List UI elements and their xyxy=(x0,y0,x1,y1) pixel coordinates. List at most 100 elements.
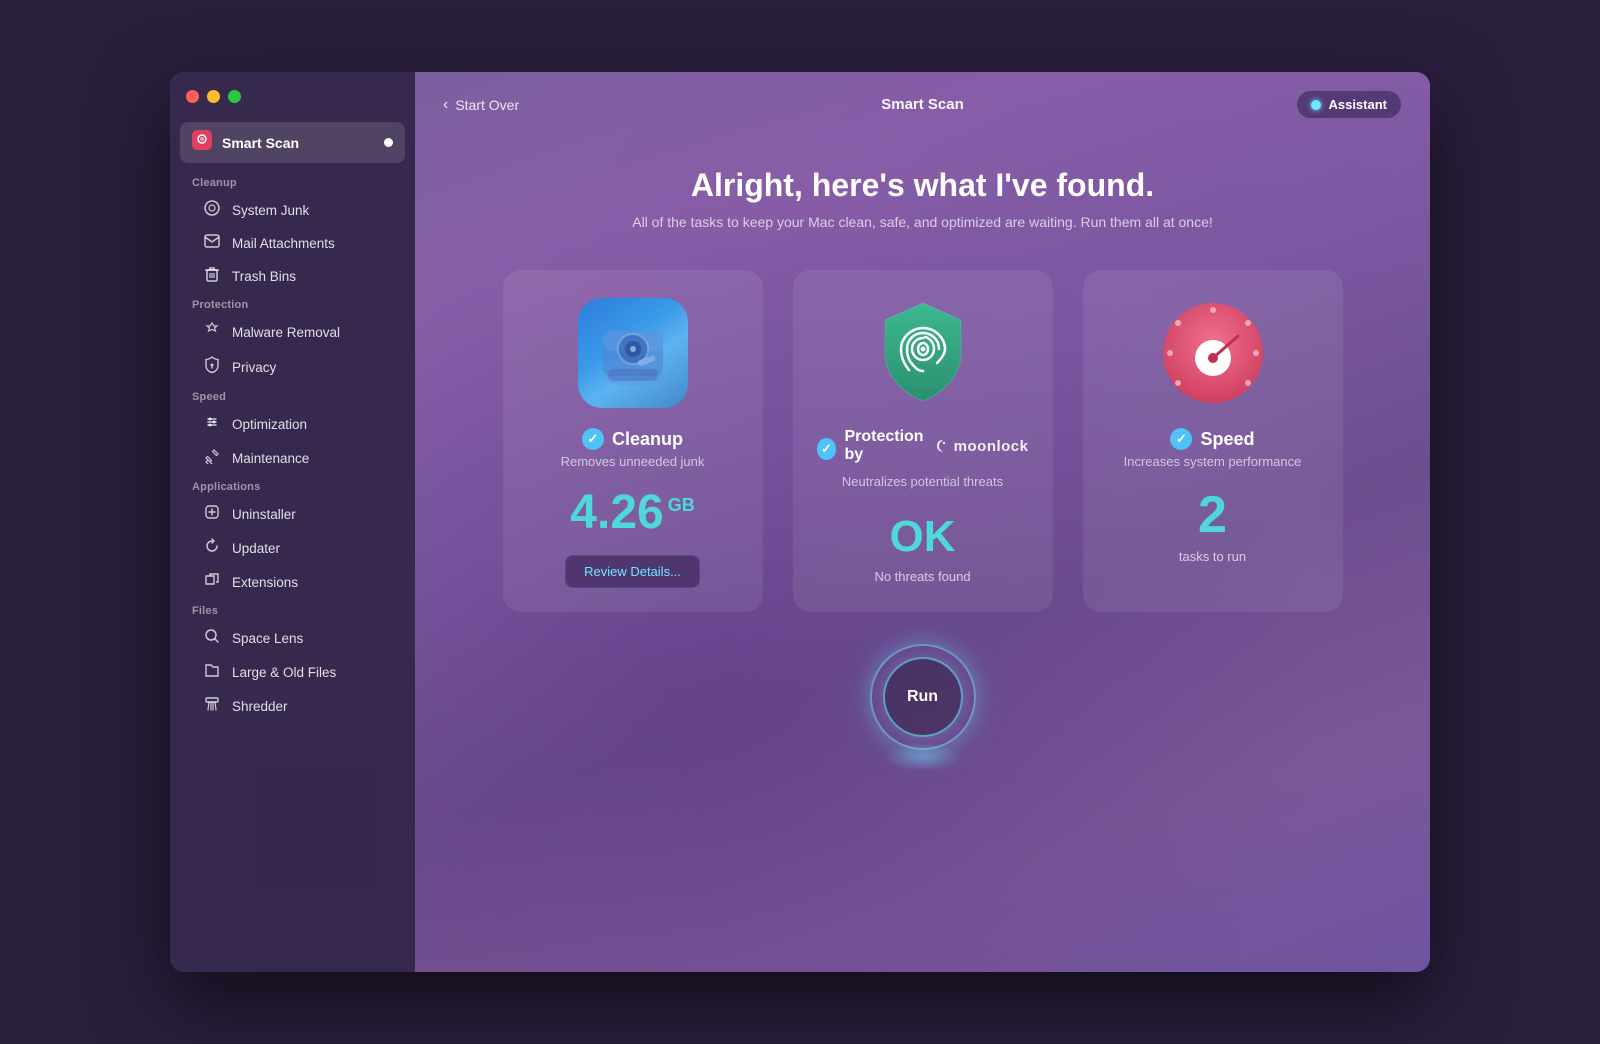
smart-scan-icon xyxy=(192,130,212,155)
sidebar-section-cleanup: Cleanup System Junk Mail Attach xyxy=(170,171,415,293)
hero-subtitle: All of the tasks to keep your Mac clean,… xyxy=(435,214,1410,230)
moonlock-text: moonlock xyxy=(954,438,1029,455)
extensions-icon xyxy=(202,572,222,592)
updater-label: Updater xyxy=(232,541,280,556)
close-button[interactable] xyxy=(186,90,199,103)
speed-value-wrap: 2 xyxy=(1198,489,1227,541)
assistant-button[interactable]: Assistant xyxy=(1296,90,1402,119)
review-details-button[interactable]: Review Details... xyxy=(565,555,700,588)
system-junk-icon xyxy=(202,200,222,220)
sidebar-item-trash-bins[interactable]: Trash Bins xyxy=(180,259,405,293)
speed-bottom-label: tasks to run xyxy=(1179,549,1246,564)
hero-section: Alright, here's what I've found. All of … xyxy=(415,137,1430,240)
assistant-dot-icon xyxy=(1311,100,1321,110)
sidebar-section-files: Files Space Lens Large & Old Files xyxy=(170,599,415,723)
sidebar-item-large-old-files[interactable]: Large & Old Files xyxy=(180,655,405,689)
hero-title: Alright, here's what I've found. xyxy=(435,167,1410,204)
speed-check-icon: ✓ xyxy=(1170,428,1192,450)
speed-value: 2 xyxy=(1198,489,1227,541)
protection-card: ✓ Protection by moonlock Neutralizes pot… xyxy=(793,270,1053,612)
privacy-icon xyxy=(202,356,222,378)
large-old-files-label: Large & Old Files xyxy=(232,665,336,680)
sidebar-item-shredder[interactable]: Shredder xyxy=(180,689,405,723)
protection-check-icon: ✓ xyxy=(817,438,837,460)
minimize-button[interactable] xyxy=(207,90,220,103)
run-button[interactable]: Run xyxy=(883,657,963,737)
files-section-label: Files xyxy=(170,599,415,621)
page-title: Smart Scan xyxy=(881,96,964,113)
shredder-label: Shredder xyxy=(232,699,288,714)
protection-card-title: Protection by xyxy=(844,428,927,464)
sidebar-item-maintenance[interactable]: Maintenance xyxy=(180,441,405,475)
space-lens-label: Space Lens xyxy=(232,631,303,646)
maximize-button[interactable] xyxy=(228,90,241,103)
sidebar-item-extensions[interactable]: Extensions xyxy=(180,565,405,599)
trash-bins-label: Trash Bins xyxy=(232,269,296,284)
cleanup-value-wrap: 4.26GB xyxy=(570,489,694,537)
protection-card-header: ✓ Protection by moonlock xyxy=(817,428,1029,470)
window-controls xyxy=(186,90,241,103)
sidebar-item-system-junk[interactable]: System Junk xyxy=(180,193,405,227)
shredder-icon xyxy=(202,696,222,716)
maintenance-icon xyxy=(202,448,222,468)
speed-section-label: Speed xyxy=(170,385,415,407)
protection-card-subtitle: Neutralizes potential threats xyxy=(842,474,1003,489)
sidebar: Smart Scan Cleanup System Junk xyxy=(170,72,415,972)
sidebar-item-uninstaller[interactable]: Uninstaller xyxy=(180,497,405,531)
cleanup-card-title: Cleanup xyxy=(612,429,683,450)
sidebar-item-privacy[interactable]: Privacy xyxy=(180,349,405,385)
app-window: Smart Scan Cleanup System Junk xyxy=(170,72,1430,972)
uninstaller-icon xyxy=(202,504,222,524)
sidebar-active-label: Smart Scan xyxy=(222,135,374,151)
applications-section-label: Applications xyxy=(170,475,415,497)
back-button[interactable]: ‹ Start Over xyxy=(443,96,1296,114)
protection-title-wrap: Protection by moonlock xyxy=(844,428,1028,464)
back-label: Start Over xyxy=(455,97,519,113)
optimization-label: Optimization xyxy=(232,417,307,432)
space-lens-icon xyxy=(202,628,222,648)
extensions-label: Extensions xyxy=(232,575,298,590)
sidebar-section-applications: Applications Uninstaller Update xyxy=(170,475,415,599)
cleanup-card: ✓ Cleanup Removes unneeded junk 4.26GB R… xyxy=(503,270,763,612)
uninstaller-label: Uninstaller xyxy=(232,507,296,522)
run-bottom-glow xyxy=(883,742,963,772)
run-section: Run xyxy=(415,632,1430,782)
protection-value-wrap: OK xyxy=(890,513,956,561)
mail-icon xyxy=(202,234,222,252)
speed-card-title: Speed xyxy=(1200,429,1254,450)
sidebar-item-malware-removal[interactable]: Malware Removal xyxy=(180,315,405,349)
sidebar-section-protection: Protection Malware Removal Priv xyxy=(170,293,415,385)
active-indicator xyxy=(384,138,393,147)
cleanup-value: 4.26GB xyxy=(570,486,694,539)
maintenance-label: Maintenance xyxy=(232,451,309,466)
cleanup-section-label: Cleanup xyxy=(170,171,415,193)
cleanup-card-icon xyxy=(578,298,688,408)
speed-card: ✓ Speed Increases system performance 2 t… xyxy=(1083,270,1343,612)
protection-card-icon xyxy=(868,298,978,408)
sidebar-section-speed: Speed Optimization xyxy=(170,385,415,475)
assistant-label: Assistant xyxy=(1328,97,1387,112)
mail-attachments-label: Mail Attachments xyxy=(232,236,335,251)
protection-section-label: Protection xyxy=(170,293,415,315)
main-content: ‹ Start Over Smart Scan Assistant Alrigh… xyxy=(415,72,1430,972)
cleanup-card-subtitle: Removes unneeded junk xyxy=(561,454,705,469)
top-bar: ‹ Start Over Smart Scan Assistant xyxy=(415,72,1430,137)
back-arrow-icon: ‹ xyxy=(443,96,448,114)
protection-bottom-label: No threats found xyxy=(874,569,970,584)
cleanup-card-header: ✓ Cleanup xyxy=(582,428,683,450)
sidebar-item-optimization[interactable]: Optimization xyxy=(180,407,405,441)
sidebar-item-updater[interactable]: Updater xyxy=(180,531,405,565)
system-junk-label: System Junk xyxy=(232,203,309,218)
sidebar-item-mail-attachments[interactable]: Mail Attachments xyxy=(180,227,405,259)
protection-value: OK xyxy=(890,513,956,561)
cleanup-check-icon: ✓ xyxy=(582,428,604,450)
sidebar-item-space-lens[interactable]: Space Lens xyxy=(180,621,405,655)
malware-icon xyxy=(202,322,222,342)
moonlock-logo: moonlock xyxy=(934,438,1029,455)
sidebar-item-smart-scan[interactable]: Smart Scan xyxy=(180,122,405,163)
cleanup-unit: GB xyxy=(668,495,695,515)
malware-removal-label: Malware Removal xyxy=(232,325,340,340)
updater-icon xyxy=(202,538,222,558)
speed-card-header: ✓ Speed xyxy=(1170,428,1254,450)
trash-icon xyxy=(202,266,222,286)
